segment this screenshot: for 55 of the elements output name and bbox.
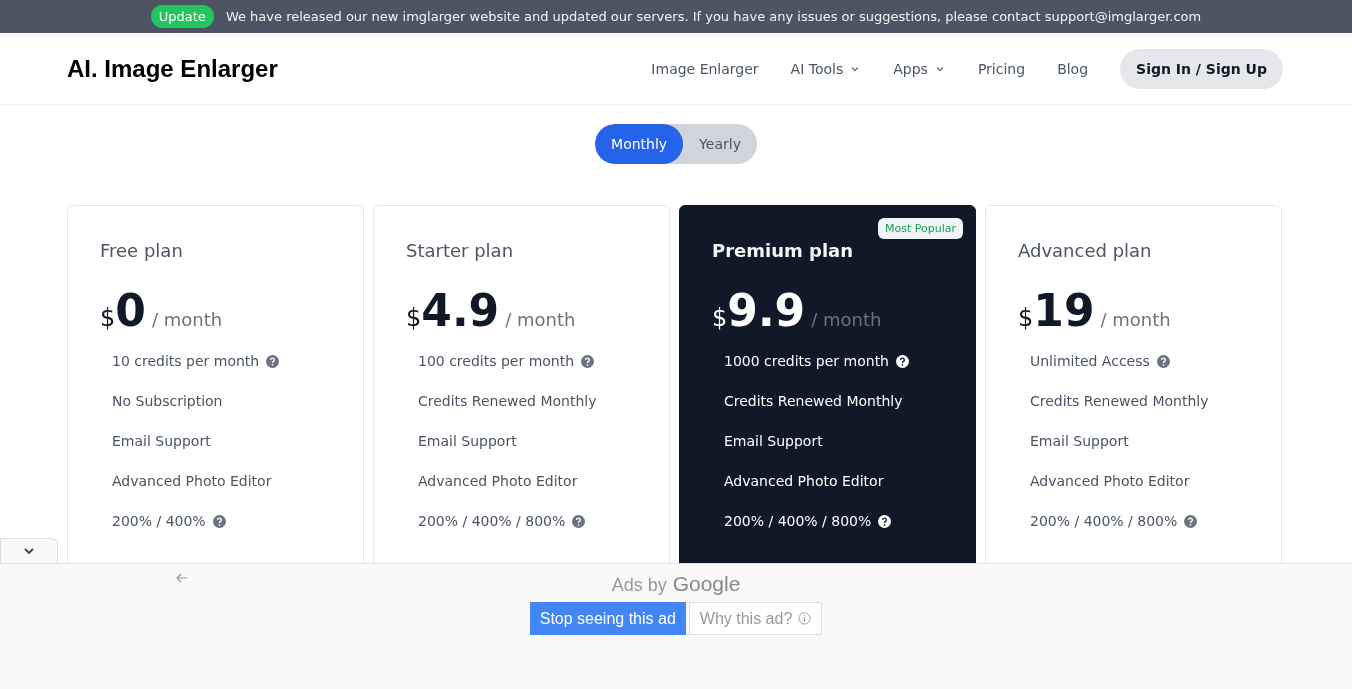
plan-feature: 200% / 400% / 800% [418,513,566,529]
plan-feature: No Subscription [112,393,223,409]
plan-feature: Email Support [1030,433,1129,449]
billing-toggle-option[interactable]: Monthly [595,124,684,164]
plan-price: 9.9 [727,285,806,336]
price-period: / month [811,309,882,330]
plan-feature: Email Support [724,433,823,449]
plan-feature: 200% / 400% / 800% [724,513,872,529]
plan-feature: Credits Renewed Monthly [1030,393,1209,409]
plan-feature: Unlimited Access [1030,353,1150,369]
stop-seeing-ad-button[interactable]: Stop seeing this ad [529,602,686,635]
plan-feature: Advanced Photo Editor [418,473,578,489]
currency-symbol: $ [1018,304,1034,332]
back-arrow-icon[interactable] [176,573,188,583]
logo[interactable]: AI. Image Enlarger [67,54,278,83]
plan-name: Starter plan [406,240,515,261]
plan-feature: Advanced Photo Editor [724,473,884,489]
announcement-text: We have released our new imglarger website and updated our servers. If you have any issues or suggestions, please contact support@imglarger.com [225,9,1202,24]
plan-feature: 100 credits per month [418,353,575,369]
google-wordmark: Google [672,572,741,596]
price-period: / month [1100,309,1171,330]
plan-name: Premium plan [712,240,855,261]
price-period: / month [505,309,576,330]
billing-toggle-option[interactable]: Yearly [683,124,757,164]
plan-feature: 10 credits per month [112,353,260,369]
plan-price: 4.9 [421,285,500,336]
nav-link[interactable]: AI Tools [790,60,862,77]
plan-name: Advanced plan [1018,240,1153,261]
currency-symbol: $ [712,304,728,332]
info-icon [798,612,812,625]
plan-feature: 200% / 400% / 800% [1030,513,1178,529]
price-period: / month [151,309,223,330]
currency-symbol: $ [100,304,116,332]
plan-name: Free plan [100,240,184,261]
plan-price: 0 [115,285,146,336]
plan-feature: Credits Renewed Monthly [724,393,903,409]
plan-feature: 1000 credits per month [724,353,889,369]
plan-price: 19 [1033,285,1095,336]
plan-feature: Advanced Photo Editor [1030,473,1190,489]
nav-link[interactable]: Image Enlarger [651,60,759,77]
plan-feature: Credits Renewed Monthly [418,393,597,409]
nav-link[interactable]: Blog [1057,60,1089,77]
plan-feature: Email Support [418,433,517,449]
plan-feature: 200% / 400% [112,513,206,529]
plan-feature: Advanced Photo Editor [112,473,272,489]
currency-symbol: $ [406,304,422,332]
sign-in-button[interactable]: Sign In / Sign Up [1120,48,1283,89]
update-badge: Update [150,5,214,28]
help-icon[interactable] [878,514,892,528]
plan-feature: Email Support [112,433,211,449]
ads-by-text: Ads by [611,575,667,596]
nav-link[interactable]: Apps [893,60,946,77]
most-popular-badge: Most Popular [878,218,963,239]
nav-link[interactable]: Pricing [977,60,1026,77]
help-icon[interactable] [896,354,909,368]
